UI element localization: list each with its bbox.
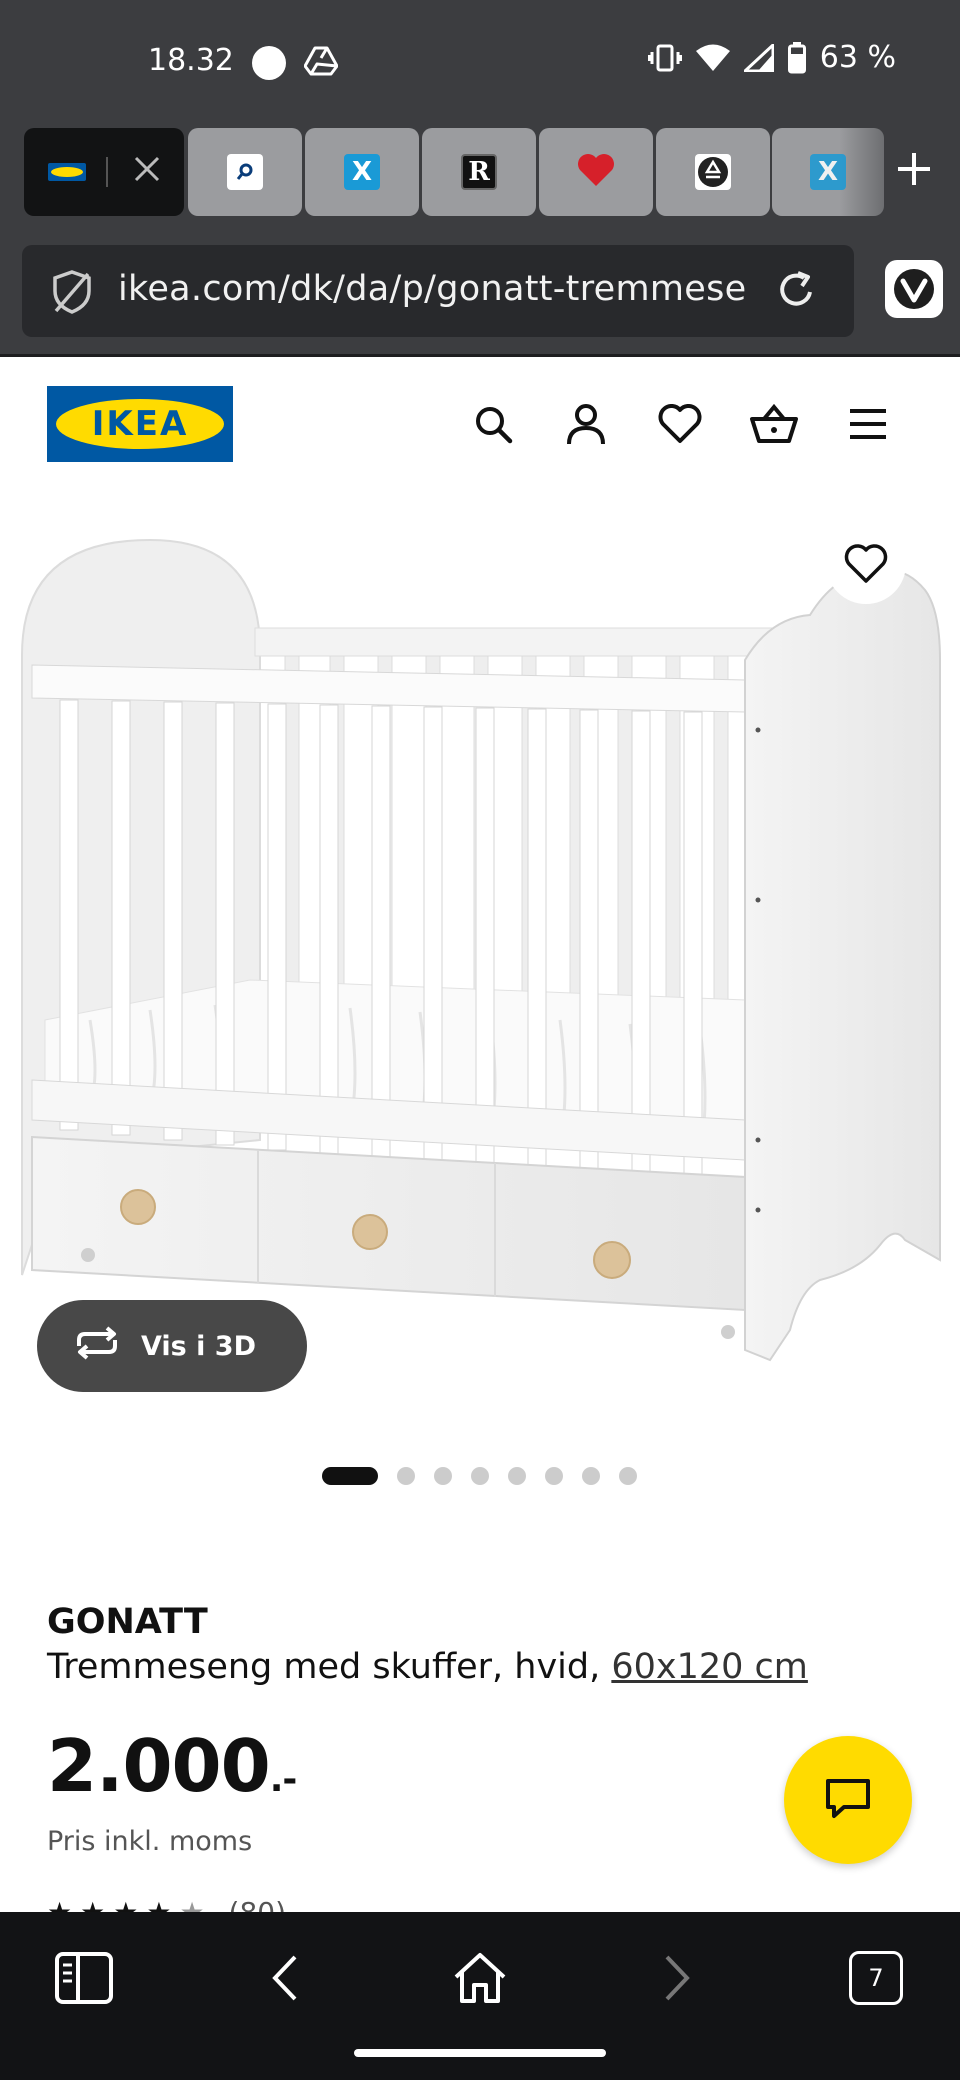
search-favicon-icon [227,154,263,190]
x-favicon-icon: X [344,154,380,190]
product-size-link[interactable]: 60x120 cm [611,1647,808,1687]
product-price: 2.000.- [47,1724,298,1808]
wifi-icon [695,44,730,72]
vibrate-icon [647,43,682,73]
close-tab-icon[interactable] [132,154,162,188]
tab-x[interactable]: X [305,128,419,216]
tab-strip: X R X [0,125,960,225]
tab-search[interactable] [188,128,302,216]
notification-dot-icon [252,46,286,80]
tab-recycle[interactable] [656,128,770,216]
search-icon[interactable] [465,396,521,452]
rotate-3d-icon [73,1325,121,1367]
status-time: 18.32 [148,43,234,78]
home-indicator[interactable] [354,2049,606,2057]
battery-icon [787,41,806,74]
chat-icon [824,1777,872,1823]
tab-x-2[interactable]: X [772,128,884,216]
tab-r[interactable]: R [422,128,536,216]
new-tab-icon[interactable] [892,147,936,195]
carousel-dot[interactable] [545,1467,563,1485]
price-suffix: .- [269,1759,298,1800]
tab-switcher-button[interactable]: 7 [836,1938,916,2018]
tab-heart[interactable] [539,128,653,216]
cart-icon[interactable] [746,396,802,452]
signal-icon [743,43,774,72]
carousel-dot-active[interactable] [322,1467,378,1485]
address-bar-area: ikea.com/dk/da/p/gonatt-tremmeseng-med-s… [0,225,960,357]
price-value: 2.000 [47,1724,271,1808]
carousel-dot[interactable] [471,1467,489,1485]
carousel-dot[interactable] [434,1467,452,1485]
carousel-dot[interactable] [619,1467,637,1485]
product-name: GONATT [47,1602,208,1642]
url-text[interactable]: ikea.com/dk/da/p/gonatt-tremmeseng-med-s… [118,269,748,309]
vivaldi-menu-icon[interactable] [885,260,943,318]
price-note: Pris inkl. moms [47,1826,253,1857]
drive-icon [303,46,339,80]
ikea-logo[interactable]: IKEA [47,386,233,462]
product-image[interactable] [0,500,960,1400]
carousel-dot[interactable] [582,1467,600,1485]
carousel-dot[interactable] [508,1467,526,1485]
product-description: Tremmeseng med skuffer, hvid, 60x120 cm [47,1647,808,1687]
product-description-text: Tremmeseng med skuffer, hvid, [47,1647,612,1687]
back-icon[interactable] [244,1938,324,2018]
recycle-favicon-icon [695,154,731,190]
status-bar: 18.32 63 % [0,0,960,125]
carousel-indicator [322,1467,637,1485]
heart-favicon-icon [576,152,616,192]
ikea-favicon-icon [48,163,86,181]
r-favicon-icon: R [461,154,497,190]
address-bar[interactable]: ikea.com/dk/da/p/gonatt-tremmeseng-med-s… [22,245,854,337]
home-icon[interactable] [440,1938,520,2018]
view-in-3d-label: Vis i 3D [141,1330,257,1362]
battery-percent: 63 % [819,40,896,75]
view-in-3d-button[interactable]: Vis i 3D [37,1300,307,1392]
x-favicon-icon: X [810,154,846,190]
chat-button[interactable] [784,1736,912,1864]
tab-ikea[interactable] [24,128,184,216]
wishlist-heart-icon[interactable] [652,396,708,452]
add-to-wishlist-button[interactable] [826,524,906,604]
forward-icon[interactable] [638,1938,718,2018]
tracker-shield-icon[interactable] [50,269,94,319]
tab-count: 7 [849,1951,903,2005]
logo-text: IKEA [91,404,189,444]
carousel-dot[interactable] [397,1467,415,1485]
panels-icon[interactable] [44,1938,124,2018]
account-icon[interactable] [558,396,614,452]
menu-icon[interactable] [840,396,896,452]
status-right: 63 % [647,40,896,75]
reload-icon[interactable] [774,267,818,317]
